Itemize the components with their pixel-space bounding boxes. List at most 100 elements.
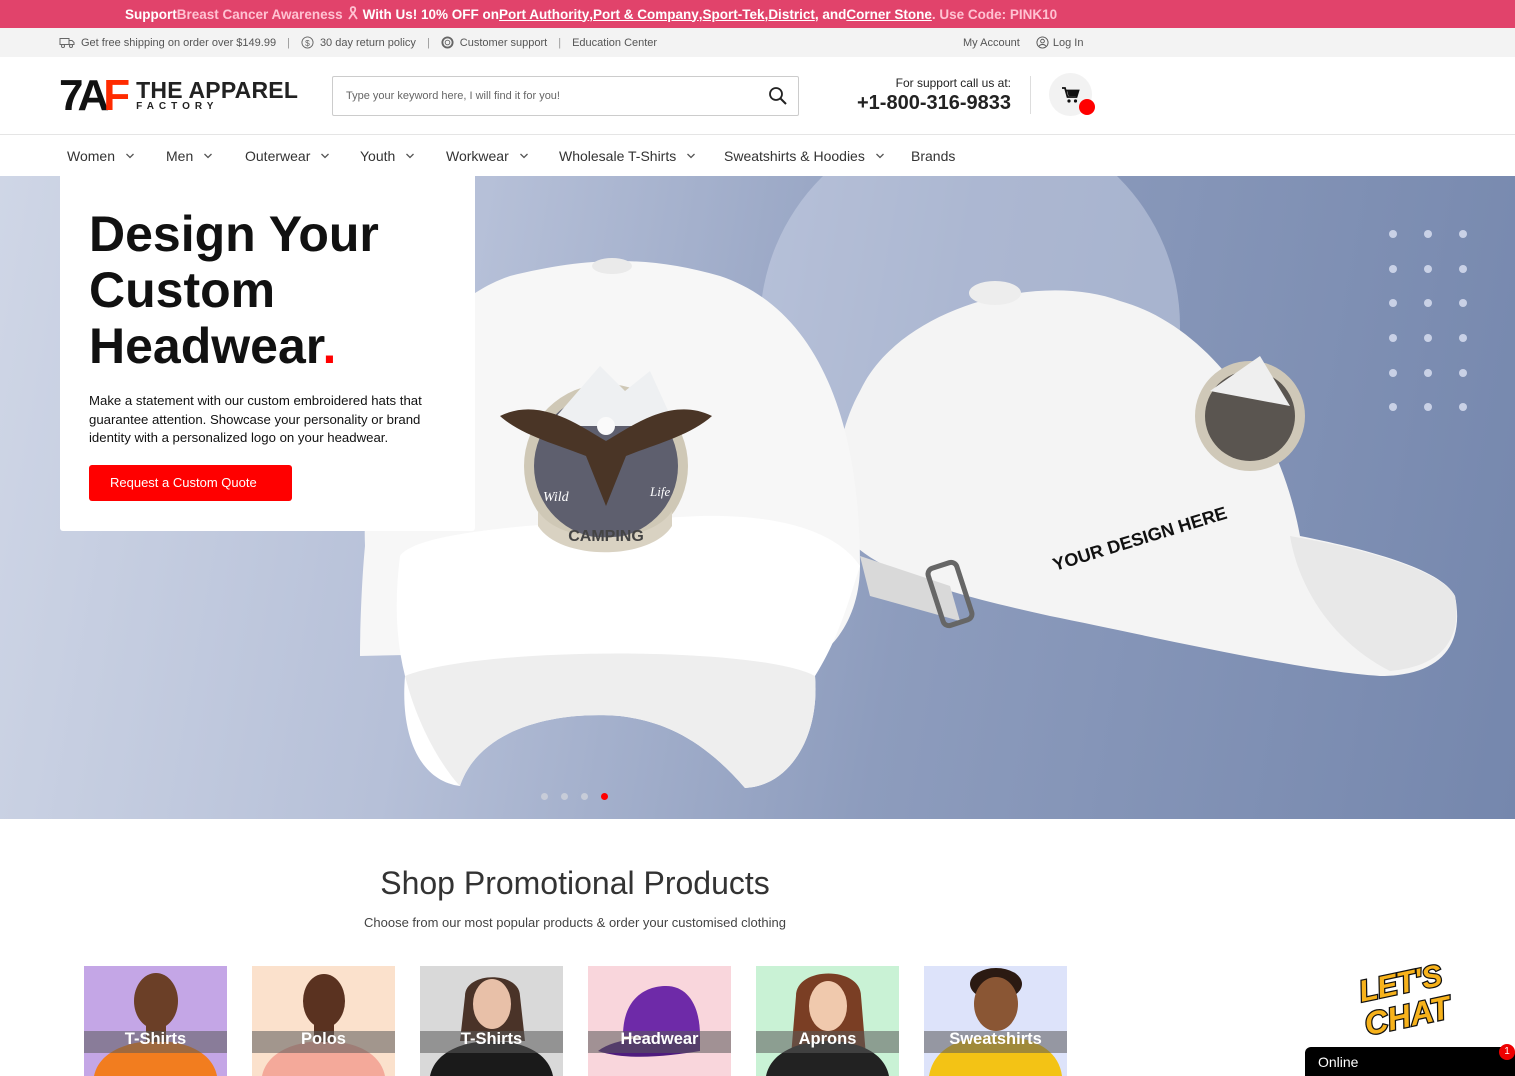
chevron-down-icon: [126, 153, 134, 158]
logo-mark: 7AF: [59, 74, 130, 118]
hero-title-dot: .: [322, 318, 337, 374]
education-text: Education Center: [572, 36, 658, 49]
promo-cause: Breast Cancer Awareness: [176, 6, 343, 22]
product-card-sweatshirts[interactable]: Sweatshirts: [924, 966, 1067, 1076]
login-text: Log In: [1052, 36, 1084, 49]
chat-status-bar[interactable]: Online: [1305, 1047, 1515, 1076]
carousel-dot-1[interactable]: [541, 793, 548, 800]
login-link[interactable]: Log In: [1036, 36, 1084, 49]
hero-card: Design Your Custom Headwear. Make a stat…: [60, 176, 475, 531]
product-card-tshirts[interactable]: T-Shirts: [84, 966, 227, 1076]
product-label: T-Shirts: [460, 1030, 523, 1048]
product-card-tshirts-2[interactable]: T-Shirts: [420, 966, 563, 1076]
support-label: For support call us at:: [895, 76, 1011, 90]
search-button[interactable]: [758, 77, 798, 115]
nav-label: Youth: [360, 147, 396, 164]
hero-description: Make a statement with our custom embroid…: [89, 393, 422, 445]
nav-label: Sweatshirts & Hoodies: [724, 147, 865, 164]
cart-button[interactable]: [1049, 73, 1095, 116]
utility-bar: Get free shipping on order over $149.99 …: [0, 28, 1515, 57]
customer-support-link[interactable]: Customer support: [441, 36, 547, 49]
carousel-dot-3[interactable]: [581, 793, 588, 800]
section-subtitle: Choose from our most popular products & …: [364, 915, 786, 930]
hero-title-line-3: Headwear: [89, 318, 323, 374]
chevron-down-icon: [519, 153, 528, 158]
nav-item-brands[interactable]: Brands: [911, 135, 955, 176]
request-quote-button[interactable]: Request a Custom Quote: [89, 464, 292, 501]
main-nav: Women Men Outerwear Youth Workwear Whole…: [0, 135, 1515, 176]
search-input[interactable]: [346, 90, 758, 102]
promo-link-district[interactable]: District: [768, 7, 815, 22]
returns-info: $ 30 day return policy: [301, 36, 416, 49]
product-label: Headwear: [620, 1030, 699, 1048]
carousel-dot-2[interactable]: [561, 793, 568, 800]
product-card-headwear[interactable]: Headwear: [588, 966, 731, 1076]
product-label: Aprons: [798, 1030, 857, 1048]
product-image: [430, 977, 553, 1076]
dot-grid: [1389, 230, 1467, 411]
support-text: Customer support: [459, 36, 548, 49]
chat-status-text: Online: [1318, 1054, 1359, 1070]
chevron-down-icon: [687, 153, 696, 158]
chevron-down-icon: [321, 153, 330, 158]
promo-text-2: With Us! 10% OFF on: [362, 6, 499, 22]
divider: |: [426, 36, 430, 49]
shipping-info: Get free shipping on order over $149.99: [59, 36, 276, 49]
support-icon: [441, 36, 454, 49]
promo-link-sport-tek[interactable]: Sport-Tek: [703, 7, 765, 22]
chevron-down-icon: [406, 153, 415, 158]
promo-link-port-authority[interactable]: Port Authority: [499, 7, 589, 22]
ribbon-icon: [346, 5, 360, 23]
education-center-link[interactable]: Education Center: [572, 37, 657, 49]
shipping-text: Get free shipping on order over $149.99: [81, 36, 277, 49]
nav-item-wholesale-tshirts[interactable]: Wholesale T-Shirts: [559, 135, 696, 176]
product-label: Sweatshirts: [949, 1030, 1042, 1048]
promo-text-1: Support: [125, 6, 177, 22]
product-image: [929, 968, 1062, 1076]
divider: |: [558, 36, 562, 49]
nav-item-workwear[interactable]: Workwear: [446, 135, 529, 176]
product-image: [262, 974, 385, 1076]
nav-item-youth[interactable]: Youth: [360, 135, 415, 176]
search-bar: [332, 76, 799, 116]
product-image: [598, 986, 700, 1057]
product-card-polos[interactable]: Polos: [252, 966, 395, 1076]
promo-link-corner-stone[interactable]: Corner Stone: [846, 7, 932, 22]
hero-title: Design Your Custom Headwear.: [89, 206, 449, 374]
promo-sep: , and: [814, 6, 847, 22]
nav-label: Wholesale T-Shirts: [559, 147, 677, 164]
product-image: [94, 973, 217, 1076]
chevron-down-icon: [204, 153, 213, 158]
nav-item-men[interactable]: Men: [166, 135, 213, 176]
carousel-dots: [541, 793, 608, 800]
product-image: [766, 973, 889, 1076]
hero-title-line-1: Design Your: [89, 206, 379, 262]
promo-banner: Support Breast Cancer Awareness With Us!…: [0, 0, 1515, 28]
nav-item-sweatshirts-hoodies[interactable]: Sweatshirts & Hoodies: [724, 135, 885, 176]
carousel-dot-4[interactable]: [601, 793, 608, 800]
promo-link-port-company[interactable]: Port & Company: [593, 7, 699, 22]
logo-line-1: THE APPAREL: [136, 77, 299, 103]
site-logo[interactable]: 7AF THE APPAREL FACTORY: [59, 74, 299, 118]
hero-title-line-2: Custom: [89, 262, 276, 318]
logo-text-camping: CAMPING: [568, 528, 644, 545]
cart-count-badge: [1079, 99, 1095, 115]
my-account-link[interactable]: My Account: [963, 37, 1020, 49]
nav-label: Brands: [911, 147, 956, 164]
search-icon: [769, 87, 787, 105]
product-card-aprons[interactable]: Aprons: [756, 966, 899, 1076]
support-phone[interactable]: +1-800-316-9833: [840, 92, 1011, 115]
cart-icon: [1061, 86, 1080, 103]
header-divider: [1030, 76, 1031, 114]
dollar-circle-icon: $: [301, 36, 314, 49]
nav-item-outerwear[interactable]: Outerwear: [245, 135, 330, 176]
hero-banner: YOUR DESIGN HERE Wild Life CAMPING Desig…: [0, 176, 1515, 819]
product-label: Polos: [301, 1030, 346, 1048]
nav-item-women[interactable]: Women: [67, 135, 135, 176]
logo-mark-2: F: [103, 71, 130, 120]
lets-chat-logo[interactable]: LET'S CHAT: [1352, 955, 1457, 1045]
nav-label: Workwear: [446, 147, 509, 164]
logo-mark-1: 7A: [59, 71, 109, 120]
promo-code: . Use Code: PINK10: [931, 6, 1058, 22]
logo-text-life: Life: [649, 484, 670, 499]
